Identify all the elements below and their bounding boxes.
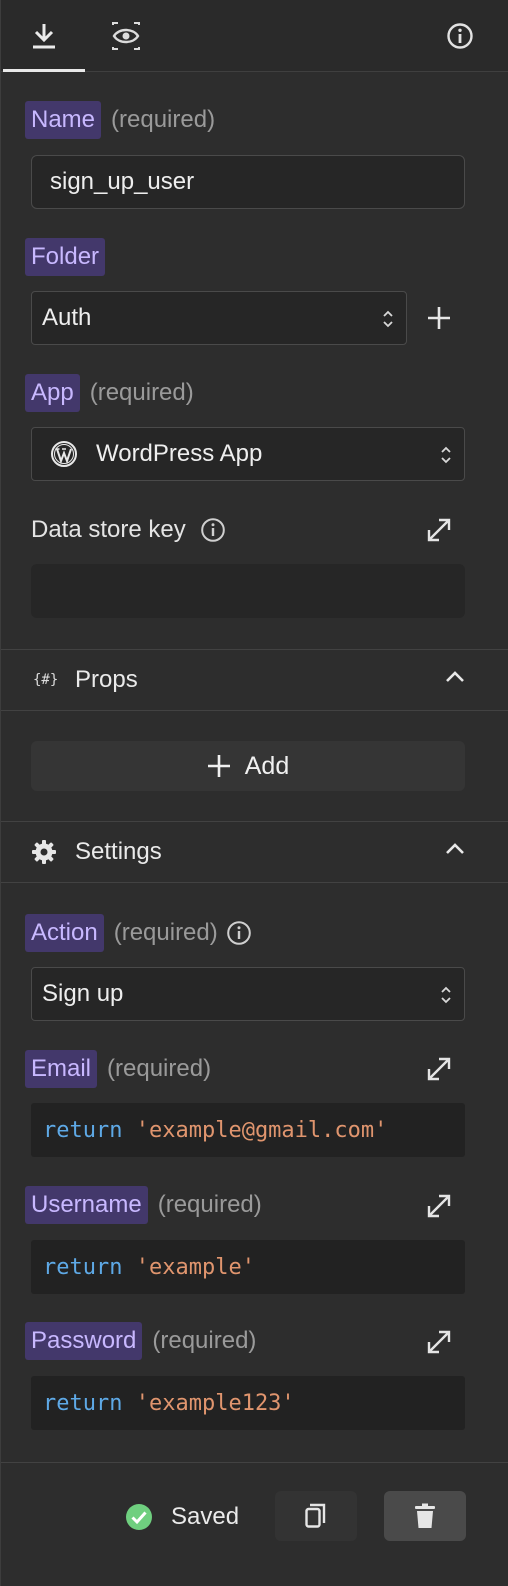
expand-icon[interactable] [425, 1328, 453, 1356]
tab-bar [1, 0, 508, 72]
name-value: sign_up_user [50, 168, 195, 195]
delete-button[interactable] [384, 1491, 466, 1541]
folder-label-row: Folder [25, 237, 106, 277]
code-string: 'example@gmail.com' [135, 1117, 388, 1143]
tab-preview[interactable] [85, 0, 167, 72]
check-circle-icon [126, 1504, 152, 1530]
email-label: Email [25, 1050, 98, 1088]
code-keyword: return [43, 1254, 123, 1280]
username-label: Username [25, 1186, 148, 1224]
name-input[interactable]: sign_up_user [31, 155, 465, 209]
username-code-editor[interactable]: return 'example' [31, 1240, 465, 1294]
name-label: Name [25, 101, 102, 139]
email-required: (required) [107, 1055, 212, 1082]
expand-icon[interactable] [425, 516, 453, 544]
data-store-key-label: Data store key [31, 516, 186, 543]
save-status: Saved [125, 1500, 239, 1534]
password-label: Password [25, 1322, 143, 1360]
app-select[interactable]: WordPress App [31, 427, 465, 481]
props-icon: {#} [33, 672, 59, 688]
chevron-up-icon[interactable] [445, 670, 465, 684]
code-string: 'example123' [135, 1390, 295, 1416]
app-label-row: App (required) [25, 373, 194, 413]
app-required: (required) [89, 379, 194, 406]
info-icon [447, 23, 473, 49]
folder-select[interactable]: Auth [31, 291, 407, 345]
email-label-row: Email (required) [25, 1049, 211, 1089]
settings-title: Settings [75, 838, 162, 865]
properties-panel: Name (required) sign_up_user Folder Auth… [0, 0, 508, 1586]
email-code-editor[interactable]: return 'example@gmail.com' [31, 1103, 465, 1157]
folder-label: Folder [25, 238, 106, 276]
action-label: Action [25, 914, 104, 952]
download-icon [33, 24, 55, 49]
folder-value: Auth [42, 304, 92, 331]
password-required: (required) [152, 1327, 257, 1354]
chevron-up-icon[interactable] [445, 842, 465, 856]
chevron-updown-icon [441, 986, 451, 1004]
info-icon[interactable] [200, 517, 226, 543]
plus-icon [207, 755, 230, 777]
gear-icon [32, 840, 56, 864]
add-folder-icon[interactable] [426, 305, 452, 331]
add-prop-label: Add [244, 751, 290, 780]
chevron-updown-icon [441, 446, 451, 464]
expand-icon[interactable] [425, 1192, 453, 1220]
app-label: App [25, 374, 80, 412]
props-section-header[interactable]: {#} Props [1, 649, 508, 711]
name-label-row: Name (required) [25, 100, 215, 140]
trash-icon [415, 1503, 435, 1528]
app-value: WordPress App [96, 440, 263, 467]
chevron-updown-icon [383, 310, 393, 328]
add-prop-button[interactable]: Add [31, 741, 465, 791]
name-required: (required) [111, 106, 216, 133]
eye-icon [112, 22, 140, 50]
tab-info[interactable] [419, 0, 501, 72]
code-string: 'example' [135, 1254, 255, 1280]
data-store-key-input[interactable] [31, 564, 465, 618]
data-store-key-label-row: Data store key [31, 510, 226, 550]
username-required: (required) [157, 1191, 262, 1218]
action-required: (required) [113, 919, 218, 946]
code-keyword: return [43, 1117, 123, 1143]
action-value: Sign up [42, 980, 124, 1007]
username-label-row: Username (required) [25, 1185, 262, 1225]
info-icon[interactable] [226, 920, 252, 946]
settings-section-header[interactable]: Settings [1, 821, 508, 883]
code-keyword: return [43, 1390, 123, 1416]
password-label-row: Password (required) [25, 1321, 256, 1361]
tab-download[interactable] [3, 0, 85, 72]
password-code-editor[interactable]: return 'example123' [31, 1376, 465, 1430]
action-select[interactable]: Sign up [31, 967, 465, 1021]
action-label-row: Action (required) [25, 913, 252, 953]
props-title: Props [75, 666, 138, 693]
active-tab-indicator [3, 69, 85, 72]
copy-icon [305, 1503, 326, 1528]
duplicate-button[interactable] [275, 1491, 357, 1541]
wordpress-icon [51, 441, 77, 467]
saved-label: Saved [171, 1503, 240, 1530]
expand-icon[interactable] [425, 1055, 453, 1083]
